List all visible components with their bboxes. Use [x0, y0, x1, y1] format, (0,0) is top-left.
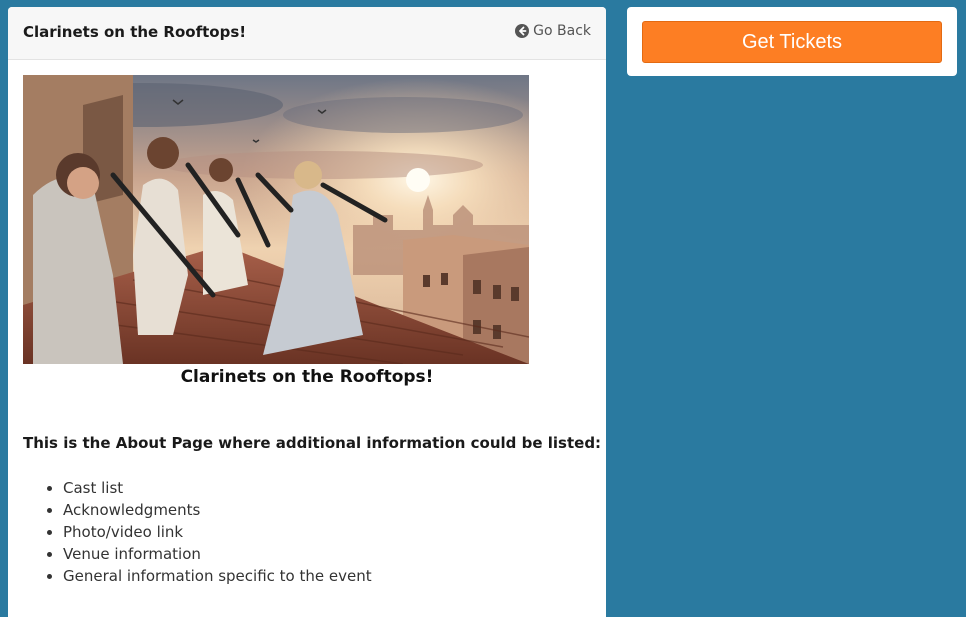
go-back-link[interactable]: Go Back — [515, 23, 591, 39]
panel-header: Clarinets on the Rooftops! Go Back — [8, 7, 606, 60]
list-item: Venue information — [63, 543, 372, 565]
list-item: Acknowledgments — [63, 499, 372, 521]
event-about-panel: Clarinets on the Rooftops! Go Back Clari… — [8, 7, 606, 617]
tickets-panel: Get Tickets — [627, 7, 957, 76]
event-hero-image — [23, 75, 529, 364]
arrow-circle-left-icon — [515, 24, 530, 38]
get-tickets-button[interactable]: Get Tickets — [642, 21, 942, 63]
list-item: Cast list — [63, 477, 372, 499]
info-list: Cast list Acknowledgments Photo/video li… — [23, 477, 372, 587]
list-item: Photo/video link — [63, 521, 372, 543]
go-back-label: Go Back — [533, 23, 591, 39]
page-title: Clarinets on the Rooftops! — [23, 23, 247, 41]
about-heading: This is the About Page where additional … — [23, 434, 602, 452]
image-caption: Clarinets on the Rooftops! — [180, 367, 434, 387]
list-item: General information specific to the even… — [63, 565, 372, 587]
